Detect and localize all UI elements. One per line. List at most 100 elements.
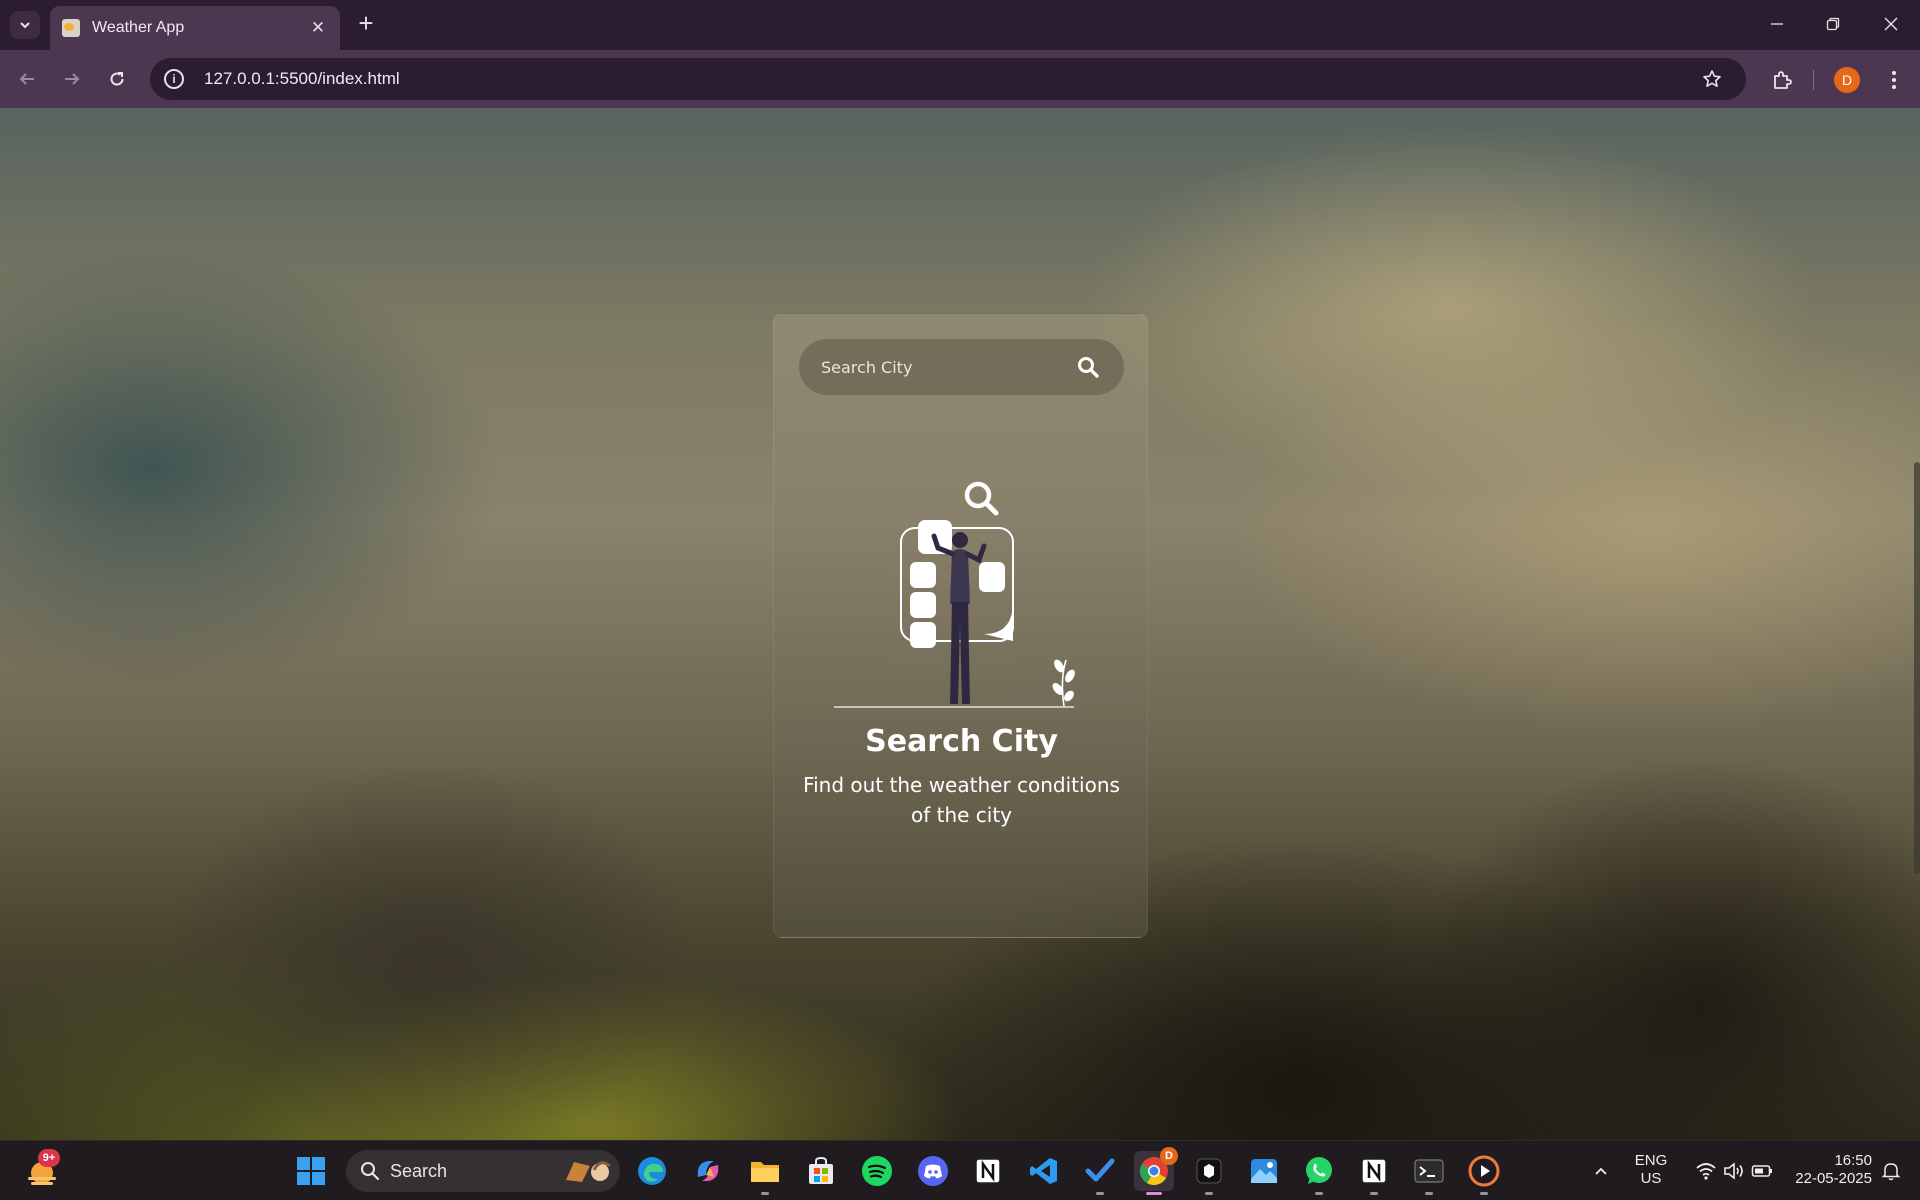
running-indicator [1480, 1192, 1488, 1195]
edge-icon [638, 1157, 666, 1185]
minimize-button[interactable] [1762, 10, 1792, 38]
spotify-icon [862, 1156, 892, 1186]
show-hidden-icons-button[interactable] [1582, 1151, 1620, 1191]
running-indicator [1096, 1192, 1104, 1195]
forward-arrow-icon [65, 73, 80, 85]
taskbar-terminal[interactable] [1409, 1151, 1449, 1195]
volume-icon [1724, 1162, 1743, 1180]
star-icon [1703, 70, 1721, 87]
card-subtitle: Find out the weather conditions of the c… [803, 773, 1120, 827]
vscode-icon [1030, 1158, 1057, 1184]
language-code: ENG [1634, 1152, 1668, 1169]
weather-widget[interactable]: 9+ [22, 1149, 62, 1191]
address-bar[interactable]: i 127.0.0.1:5500/index.html [150, 58, 1746, 100]
whatsapp-icon [1306, 1157, 1332, 1184]
reload-icon [110, 72, 124, 86]
bookmark-star-button[interactable] [1692, 69, 1732, 89]
plus-icon: + [358, 8, 374, 38]
file-explorer-icon [751, 1162, 779, 1182]
favicon-icon [62, 19, 80, 37]
weather-card: Search City Find out the weather conditi… [773, 313, 1148, 938]
search-button[interactable] [1074, 353, 1102, 381]
terminal-icon [1414, 1159, 1444, 1183]
extensions-icon [1774, 71, 1792, 89]
browser-tabbar: Weather App ✕ + [0, 0, 1920, 50]
browser-menu-button[interactable] [1878, 64, 1910, 96]
discord-icon [918, 1156, 948, 1186]
app-icon [1196, 1158, 1222, 1184]
taskbar-chrome[interactable]: D [1134, 1147, 1178, 1195]
taskbar-vscode[interactable] [1024, 1151, 1064, 1191]
url-text[interactable]: 127.0.0.1:5500/index.html [204, 69, 1692, 89]
language-indicator[interactable]: ENG US [1624, 1152, 1678, 1188]
tab-title: Weather App [92, 19, 185, 36]
back-button[interactable] [12, 64, 42, 94]
windows-start-icon [297, 1157, 325, 1185]
taskbar-app[interactable] [1189, 1151, 1229, 1195]
close-icon [1884, 17, 1898, 31]
taskbar-search[interactable]: Search [346, 1150, 620, 1192]
media-player-icon [1468, 1155, 1500, 1187]
running-indicator [1370, 1192, 1378, 1195]
tab-list-chevron-icon [20, 22, 30, 29]
battery-icon [1751, 1165, 1772, 1177]
new-tab-button[interactable]: + [352, 10, 380, 38]
quick-settings-button[interactable] [1684, 1151, 1784, 1191]
taskbar-search-label: Search [390, 1160, 448, 1181]
page-background: Search City Find out the weather conditi… [0, 108, 1920, 1140]
taskbar-photos[interactable] [1244, 1151, 1284, 1191]
tab-search-button[interactable] [10, 11, 40, 39]
taskbar-edge[interactable] [632, 1151, 672, 1191]
taskbar-media-player[interactable] [1464, 1151, 1504, 1195]
search-icon [1078, 357, 1099, 378]
wifi-icon [1696, 1163, 1716, 1180]
taskbar-whatsapp[interactable] [1299, 1151, 1339, 1195]
clock[interactable]: 16:50 22-05-2025 [1782, 1152, 1872, 1188]
running-indicator [1315, 1192, 1323, 1195]
taskbar-notion[interactable] [968, 1151, 1008, 1191]
store-icon [809, 1156, 833, 1184]
clock-time: 16:50 [1834, 1152, 1872, 1169]
clock-date: 22-05-2025 [1795, 1170, 1872, 1187]
photos-icon [1251, 1159, 1277, 1183]
todo-icon [1085, 1158, 1115, 1182]
taskbar-notion-2[interactable] [1354, 1151, 1394, 1195]
search-box [799, 339, 1124, 395]
close-window-button[interactable] [1876, 10, 1906, 38]
notion-icon [975, 1158, 1001, 1184]
toolbar-divider [1813, 70, 1814, 90]
active-indicator [1146, 1192, 1162, 1195]
scrollbar-thumb[interactable] [1914, 462, 1920, 874]
taskbar-store[interactable] [801, 1151, 841, 1191]
taskbar-discord[interactable] [913, 1151, 953, 1191]
back-arrow-icon [19, 73, 34, 85]
notification-center-button[interactable] [1874, 1151, 1908, 1191]
start-button[interactable] [291, 1151, 331, 1191]
avatar: D [1834, 67, 1860, 93]
card-title: Search City [865, 724, 1058, 759]
restore-icon [1826, 17, 1840, 31]
restore-button[interactable] [1818, 10, 1848, 38]
profile-button[interactable]: D [1831, 64, 1863, 96]
taskbar-spotify[interactable] [857, 1151, 897, 1191]
taskbar-copilot[interactable] [688, 1151, 728, 1191]
forward-button[interactable] [57, 64, 87, 94]
search-highlight-icon [566, 1161, 611, 1182]
taskbar-todo[interactable] [1080, 1151, 1120, 1195]
city-search-input[interactable] [821, 357, 1074, 377]
close-icon[interactable]: ✕ [308, 18, 328, 38]
taskbar-file-explorer[interactable] [745, 1151, 785, 1195]
search-icon [361, 1162, 380, 1181]
running-indicator [1425, 1192, 1433, 1195]
reload-button[interactable] [102, 64, 132, 94]
kebab-menu-icon [1892, 71, 1896, 89]
chrome-profile-badge: D [1160, 1147, 1178, 1165]
info-icon[interactable]: i [164, 69, 184, 89]
notification-icon [1881, 1163, 1901, 1181]
tab-weather-app[interactable]: Weather App ✕ [50, 6, 340, 50]
extensions-button[interactable] [1766, 64, 1798, 96]
running-indicator [1205, 1192, 1213, 1195]
chevron-up-icon [1595, 1167, 1607, 1175]
browser-toolbar: i 127.0.0.1:5500/index.html D [0, 50, 1920, 108]
windows-taskbar: 9+ Search D ENG US 16:50 22-05-2025 [0, 1140, 1920, 1200]
